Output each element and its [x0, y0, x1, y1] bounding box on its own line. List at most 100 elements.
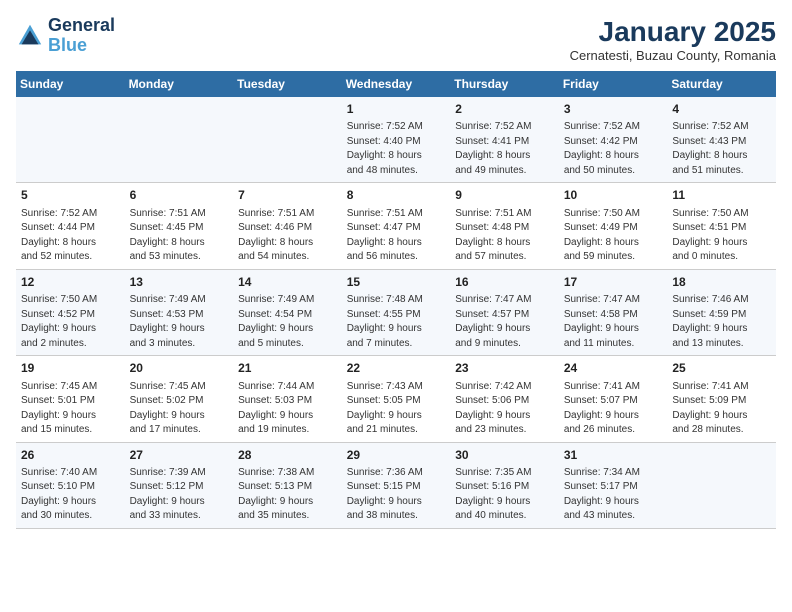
cell-line: Sunrise: 7:41 AM	[672, 380, 771, 395]
cell-line: Daylight: 8 hours	[564, 236, 663, 251]
calendar-cell: 14Sunrise: 7:49 AMSunset: 4:54 PMDayligh…	[233, 269, 342, 355]
cell-line: Sunset: 5:06 PM	[455, 394, 554, 409]
cell-line: Sunset: 5:03 PM	[238, 394, 337, 409]
cell-line: and 33 minutes.	[130, 509, 229, 524]
day-number: 20	[130, 360, 229, 377]
cell-line: Daylight: 9 hours	[347, 409, 446, 424]
calendar-cell: 27Sunrise: 7:39 AMSunset: 5:12 PMDayligh…	[125, 442, 234, 528]
calendar-cell: 5Sunrise: 7:52 AMSunset: 4:44 PMDaylight…	[16, 183, 125, 269]
cell-line: Sunset: 5:10 PM	[21, 480, 120, 495]
cell-line: and 43 minutes.	[564, 509, 663, 524]
cell-line: and 50 minutes.	[564, 164, 663, 179]
logo-line1: General	[48, 16, 115, 36]
calendar-cell: 2Sunrise: 7:52 AMSunset: 4:41 PMDaylight…	[450, 97, 559, 183]
cell-line: Sunrise: 7:46 AM	[672, 293, 771, 308]
day-number: 6	[130, 187, 229, 204]
cell-line: Sunset: 4:59 PM	[672, 308, 771, 323]
cell-line: Sunset: 4:41 PM	[455, 135, 554, 150]
day-number: 5	[21, 187, 120, 204]
cell-line: Daylight: 9 hours	[672, 236, 771, 251]
cell-line: Sunset: 4:43 PM	[672, 135, 771, 150]
cell-line: Sunset: 4:51 PM	[672, 221, 771, 236]
cell-line: and 56 minutes.	[347, 250, 446, 265]
cell-line: and 59 minutes.	[564, 250, 663, 265]
cell-line: and 53 minutes.	[130, 250, 229, 265]
logo-icon	[16, 22, 44, 50]
cell-line: Sunrise: 7:52 AM	[672, 120, 771, 135]
day-number: 10	[564, 187, 663, 204]
cell-line: Daylight: 9 hours	[238, 409, 337, 424]
calendar-cell	[233, 97, 342, 183]
calendar-cell: 20Sunrise: 7:45 AMSunset: 5:02 PMDayligh…	[125, 356, 234, 442]
cell-line: and 52 minutes.	[21, 250, 120, 265]
cell-line: Sunset: 5:09 PM	[672, 394, 771, 409]
cell-line: and 57 minutes.	[455, 250, 554, 265]
cell-line: Sunrise: 7:43 AM	[347, 380, 446, 395]
cell-line: Sunrise: 7:35 AM	[455, 466, 554, 481]
day-number: 21	[238, 360, 337, 377]
cell-line: and 5 minutes.	[238, 337, 337, 352]
weekday-header: Sunday	[16, 71, 125, 97]
cell-line: and 51 minutes.	[672, 164, 771, 179]
weekday-header: Monday	[125, 71, 234, 97]
cell-line: Daylight: 9 hours	[672, 409, 771, 424]
cell-line: Sunrise: 7:49 AM	[130, 293, 229, 308]
cell-line: Sunset: 4:49 PM	[564, 221, 663, 236]
cell-line: Daylight: 8 hours	[347, 236, 446, 251]
cell-line: Sunset: 4:53 PM	[130, 308, 229, 323]
cell-line: Sunset: 4:57 PM	[455, 308, 554, 323]
day-number: 11	[672, 187, 771, 204]
weekday-header: Tuesday	[233, 71, 342, 97]
day-number: 19	[21, 360, 120, 377]
day-number: 22	[347, 360, 446, 377]
cell-line: Sunset: 5:12 PM	[130, 480, 229, 495]
day-number: 9	[455, 187, 554, 204]
day-number: 15	[347, 274, 446, 291]
day-number: 3	[564, 101, 663, 118]
cell-line: Sunrise: 7:52 AM	[564, 120, 663, 135]
cell-line: and 30 minutes.	[21, 509, 120, 524]
cell-line: Sunrise: 7:36 AM	[347, 466, 446, 481]
day-number: 2	[455, 101, 554, 118]
cell-line: Sunset: 5:13 PM	[238, 480, 337, 495]
day-number: 27	[130, 447, 229, 464]
cell-line: Daylight: 8 hours	[455, 149, 554, 164]
cell-line: Daylight: 9 hours	[455, 322, 554, 337]
cell-line: and 28 minutes.	[672, 423, 771, 438]
calendar-week-row: 5Sunrise: 7:52 AMSunset: 4:44 PMDaylight…	[16, 183, 776, 269]
day-number: 24	[564, 360, 663, 377]
cell-line: Daylight: 9 hours	[130, 409, 229, 424]
cell-line: Daylight: 9 hours	[130, 322, 229, 337]
cell-line: and 13 minutes.	[672, 337, 771, 352]
cell-line: Daylight: 9 hours	[238, 322, 337, 337]
cell-line: Sunrise: 7:45 AM	[21, 380, 120, 395]
cell-line: Daylight: 9 hours	[21, 322, 120, 337]
cell-line: Daylight: 9 hours	[130, 495, 229, 510]
weekday-header: Wednesday	[342, 71, 451, 97]
cell-line: and 15 minutes.	[21, 423, 120, 438]
day-number: 7	[238, 187, 337, 204]
calendar-table: SundayMondayTuesdayWednesdayThursdayFrid…	[16, 71, 776, 529]
calendar-cell: 25Sunrise: 7:41 AMSunset: 5:09 PMDayligh…	[667, 356, 776, 442]
cell-line: Sunset: 4:42 PM	[564, 135, 663, 150]
cell-line: and 23 minutes.	[455, 423, 554, 438]
day-number: 29	[347, 447, 446, 464]
calendar-cell: 4Sunrise: 7:52 AMSunset: 4:43 PMDaylight…	[667, 97, 776, 183]
calendar-cell: 18Sunrise: 7:46 AMSunset: 4:59 PMDayligh…	[667, 269, 776, 355]
cell-line: Sunset: 5:02 PM	[130, 394, 229, 409]
cell-line: and 21 minutes.	[347, 423, 446, 438]
cell-line: Daylight: 9 hours	[347, 322, 446, 337]
day-number: 16	[455, 274, 554, 291]
cell-line: Daylight: 9 hours	[455, 495, 554, 510]
cell-line: Sunrise: 7:50 AM	[564, 207, 663, 222]
cell-line: Sunset: 5:07 PM	[564, 394, 663, 409]
calendar-cell: 7Sunrise: 7:51 AMSunset: 4:46 PMDaylight…	[233, 183, 342, 269]
cell-line: and 19 minutes.	[238, 423, 337, 438]
cell-line: and 38 minutes.	[347, 509, 446, 524]
cell-line: and 26 minutes.	[564, 423, 663, 438]
cell-line: Sunrise: 7:48 AM	[347, 293, 446, 308]
cell-line: and 2 minutes.	[21, 337, 120, 352]
cell-line: Sunrise: 7:44 AM	[238, 380, 337, 395]
calendar-cell: 29Sunrise: 7:36 AMSunset: 5:15 PMDayligh…	[342, 442, 451, 528]
cell-line: Daylight: 9 hours	[21, 409, 120, 424]
